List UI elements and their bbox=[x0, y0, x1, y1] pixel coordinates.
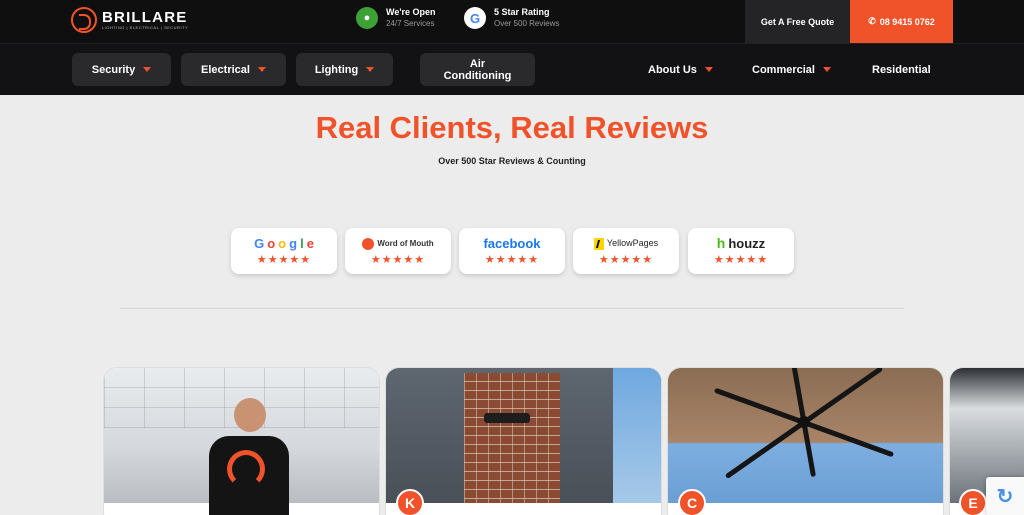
page-subtitle: Over 500 Star Reviews & Counting bbox=[438, 156, 586, 166]
review-card[interactable]: C bbox=[667, 367, 944, 515]
nav-security-label: Security bbox=[91, 63, 136, 76]
top-bar: BRILLARE LIGHTING | ELECTRICAL | SECURIT… bbox=[0, 0, 1024, 43]
star-rating: ★★★★★ bbox=[598, 254, 654, 266]
review-card[interactable]: K bbox=[385, 367, 662, 515]
nav-lighting[interactable]: Lighting bbox=[296, 53, 393, 86]
star-rating: ★★★★★ bbox=[256, 254, 312, 266]
logo-text: BRILLARE bbox=[102, 9, 188, 26]
brand-logo[interactable]: BRILLARE LIGHTING | ELECTRICAL | SECURIT… bbox=[71, 7, 188, 33]
nav-electrical-label: Electrical bbox=[201, 63, 250, 76]
star-rating: ★★★★★ bbox=[484, 254, 540, 266]
review-card[interactable] bbox=[103, 367, 380, 515]
section-divider bbox=[120, 308, 904, 309]
houzz-logo: h houzz bbox=[716, 235, 766, 252]
lightbulb-icon: ● bbox=[356, 7, 378, 29]
review-card-houzz[interactable]: h houzz ★★★★★ bbox=[688, 228, 794, 274]
review-photo bbox=[386, 368, 661, 503]
nav-security[interactable]: Security bbox=[72, 53, 171, 86]
reviewer-avatar: E bbox=[959, 489, 987, 515]
facebook-logo: facebook bbox=[483, 236, 541, 251]
review-photo bbox=[668, 368, 943, 503]
rating-badge-title: 5 Star Rating bbox=[494, 7, 550, 17]
chevron-down-icon bbox=[704, 67, 713, 72]
logo-tagline: LIGHTING | ELECTRICAL | SECURITY bbox=[102, 25, 189, 30]
review-card-facebook[interactable]: facebook ★★★★★ bbox=[459, 228, 565, 274]
nav-about-label: About Us bbox=[648, 63, 697, 76]
ceiling-fan bbox=[798, 416, 810, 428]
nav-aircon-line1: Air bbox=[469, 57, 486, 70]
logo-icon bbox=[71, 7, 97, 33]
word-of-mouth-icon bbox=[362, 237, 375, 250]
review-photo bbox=[104, 368, 379, 515]
reviewer-avatar: C bbox=[678, 489, 706, 515]
phone-number: 08 9415 0762 bbox=[879, 16, 935, 27]
houzz-icon: h bbox=[716, 235, 726, 251]
phone-button[interactable]: ✆ 08 9415 0762 bbox=[850, 0, 953, 43]
nav-commercial-label: Commercial bbox=[752, 63, 815, 76]
rating-badge: G 5 Star Rating Over 500 Reviews bbox=[464, 6, 559, 30]
open-badge-sub: 24/7 Services bbox=[386, 19, 435, 28]
open-badge: ● We're Open 24/7 Services bbox=[356, 6, 436, 30]
chevron-down-icon bbox=[822, 67, 831, 72]
technician-photo bbox=[199, 398, 289, 515]
star-rating: ★★★★★ bbox=[713, 254, 769, 266]
google-icon: G bbox=[464, 7, 486, 29]
chevron-down-icon bbox=[143, 67, 152, 72]
main-nav: Security Electrical Lighting Air Conditi… bbox=[0, 43, 1024, 95]
word-of-mouth-logo: Word of Mouth bbox=[362, 236, 434, 251]
nav-residential[interactable]: Residential bbox=[872, 53, 931, 86]
google-logo: Google bbox=[254, 236, 314, 251]
review-card-yellowpages[interactable]: YellowPages ★★★★★ bbox=[573, 228, 679, 274]
yellowpages-icon bbox=[593, 237, 604, 250]
review-card-google[interactable]: Google ★★★★★ bbox=[231, 228, 337, 274]
wall-light bbox=[484, 413, 530, 423]
chevron-down-icon bbox=[366, 67, 375, 72]
nav-aircon-line2: Conditioning bbox=[443, 69, 512, 82]
open-badge-title: We're Open bbox=[386, 7, 436, 17]
review-card-word-of-mouth[interactable]: Word of Mouth ★★★★★ bbox=[345, 228, 451, 274]
nav-about-us[interactable]: About Us bbox=[648, 53, 713, 86]
page-title: Real Clients, Real Reviews bbox=[315, 110, 709, 145]
rating-badge-sub: Over 500 Reviews bbox=[494, 19, 560, 28]
nav-residential-label: Residential bbox=[872, 63, 931, 76]
nav-lighting-label: Lighting bbox=[314, 63, 359, 76]
nav-air-conditioning[interactable]: Air Conditioning bbox=[420, 53, 535, 86]
phone-icon: ✆ bbox=[868, 16, 876, 26]
free-quote-button[interactable]: Get A Free Quote bbox=[745, 0, 850, 43]
yellowpages-logo: YellowPages bbox=[593, 236, 658, 251]
star-rating: ★★★★★ bbox=[370, 254, 426, 266]
reviewer-avatar: K bbox=[396, 489, 424, 515]
recaptcha-icon[interactable]: ↻ bbox=[986, 477, 1024, 515]
chevron-down-icon bbox=[257, 67, 266, 72]
nav-commercial[interactable]: Commercial bbox=[752, 53, 831, 86]
nav-electrical[interactable]: Electrical bbox=[181, 53, 286, 86]
